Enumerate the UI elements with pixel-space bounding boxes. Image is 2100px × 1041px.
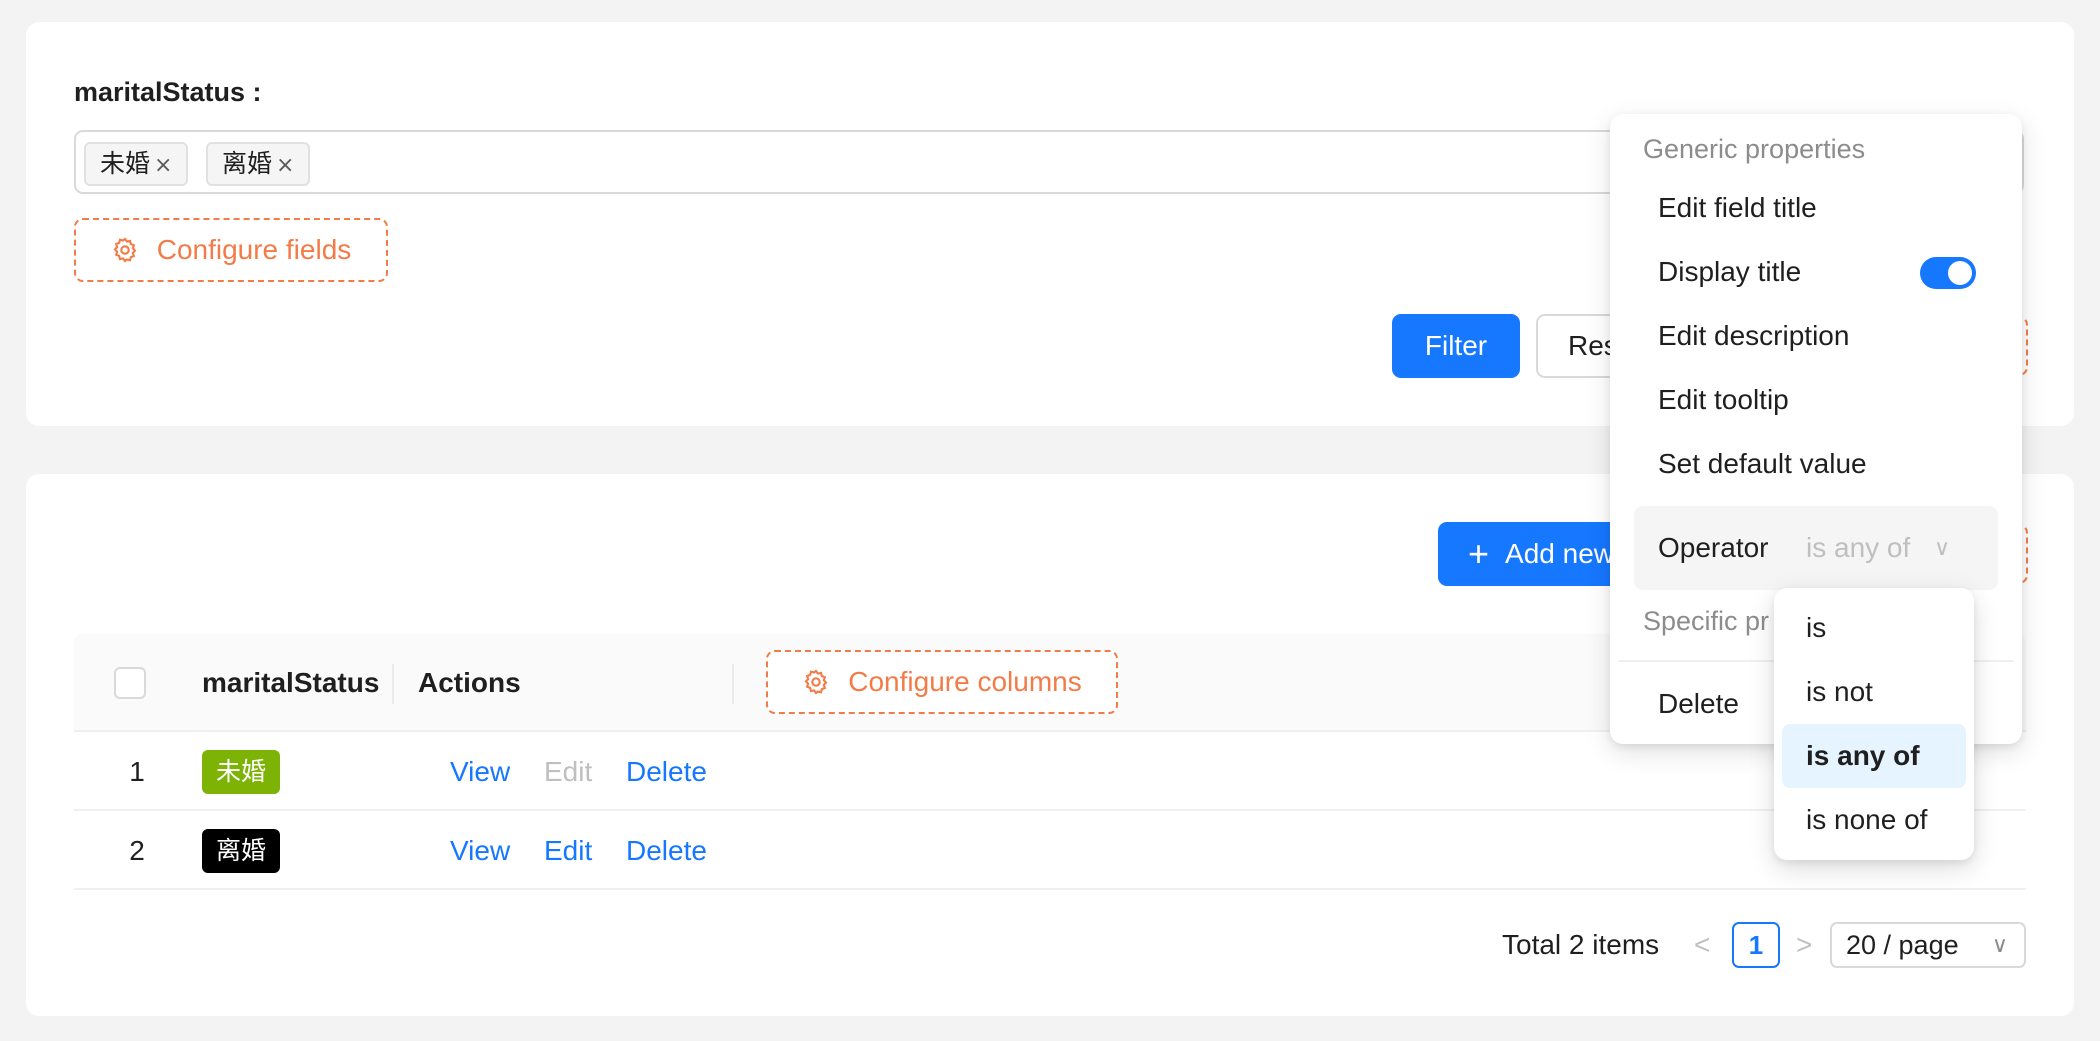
page-size-select[interactable]: 20 / page ∨ [1830,922,2026,968]
close-icon[interactable]: × [276,153,294,178]
operator-option-is[interactable]: is [1782,596,1966,660]
column-header-actions: Actions [418,667,521,698]
filter-button[interactable]: Filter [1392,314,1520,378]
status-badge: 离婚 [202,829,281,873]
view-link[interactable]: View [450,811,510,890]
menu-group-specific: Specific pr [1643,606,1770,636]
menu-item-label: Display title [1658,256,1802,287]
page-size-label: 20 / page [1846,930,1959,960]
configure-columns-label: Configure columns [848,666,1082,697]
pagination-total: Total 2 items [1502,929,1660,960]
toggle-knob [1948,261,1972,285]
select-all-checkbox[interactable] [114,667,146,699]
menu-item-display-title[interactable]: Display title [1634,242,1998,302]
operator-label: Operator [1658,532,1769,563]
operator-value: is any of [1806,532,1911,563]
selected-tag-label: 未婚 [100,149,151,178]
gear-icon [113,237,137,263]
column-divider [732,664,734,704]
selected-tag-label: 离婚 [222,149,273,178]
delete-link[interactable]: Delete [626,811,707,890]
pagination-page-1[interactable]: 1 [1732,922,1780,968]
view-link[interactable]: View [450,732,510,811]
status-badge: 未婚 [202,750,281,794]
plus-icon: + [1468,533,1490,574]
operator-option-is-any-of[interactable]: is any of [1782,724,1966,788]
menu-item-edit-tooltip[interactable]: Edit tooltip [1634,370,1998,430]
row-number: 2 [129,835,145,866]
add-new-label: Add new [1505,538,1614,569]
column-header-marital-status[interactable]: maritalStatus [202,634,379,732]
chevron-right-icon[interactable]: > [1796,929,1812,961]
close-icon[interactable]: × [154,153,172,178]
delete-link[interactable]: Delete [626,732,707,811]
display-title-toggle[interactable] [1920,257,1976,289]
edit-link[interactable]: Edit [544,811,592,890]
table-row: 2 离婚 View Edit Delete [74,811,2026,890]
operator-option-is-none-of[interactable]: is none of [1782,788,1966,852]
chevron-left-icon[interactable]: < [1694,929,1710,961]
menu-item-set-default-value[interactable]: Set default value [1634,434,1998,494]
menu-item-edit-description[interactable]: Edit description [1634,306,1998,366]
operator-options-menu: is is not is any of is none of [1774,588,1974,860]
chevron-down-icon: ∨ [1991,932,2008,957]
gear-icon [804,669,828,695]
selected-tag: 离婚 × [206,142,311,186]
menu-item-operator[interactable]: Operator is any of ∨ [1634,506,1998,590]
configure-columns-button[interactable]: Configure columns [766,650,1118,714]
menu-group-generic: Generic properties [1643,134,1866,164]
selected-tag: 未婚 × [84,142,189,186]
configure-fields-button[interactable]: Configure fields [74,218,388,282]
row-number: 1 [129,756,145,787]
menu-item-edit-field-title[interactable]: Edit field title [1634,178,1998,238]
configure-fields-label: Configure fields [156,234,352,265]
chevron-down-icon: ∨ [1934,535,1951,560]
operator-option-is-not[interactable]: is not [1782,660,1966,724]
column-divider [392,664,394,704]
edit-link: Edit [544,756,593,787]
field-label-marital-status: maritalStatus : [74,77,262,107]
